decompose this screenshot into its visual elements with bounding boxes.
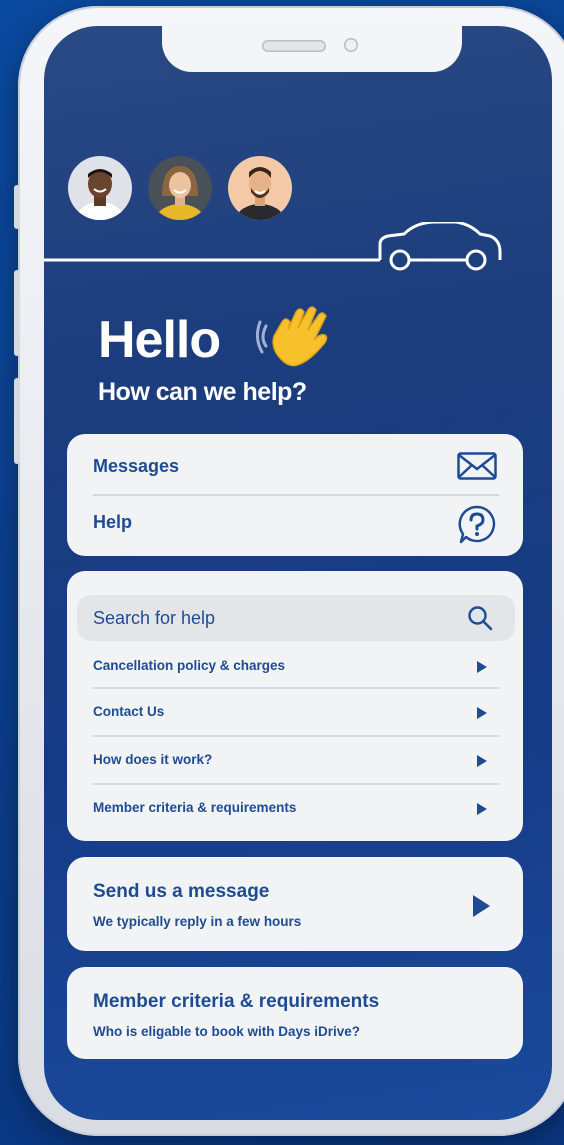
chevron-right-icon (477, 755, 487, 767)
phone-side-button (14, 185, 20, 229)
list-item-cancellation[interactable]: Cancellation policy & charges (93, 643, 499, 691)
greeting-title: Hello (98, 311, 221, 369)
send-message-card[interactable]: Send us a message We typically reply in … (67, 857, 523, 951)
app-screen: Hello How can we help? Messages Help Sea… (44, 26, 552, 1120)
agent-avatar-2 (148, 156, 212, 220)
phone-volume-down (14, 378, 20, 464)
send-message-subtitle: We typically reply in a few hours (93, 914, 302, 929)
search-placeholder: Search for help (93, 608, 216, 628)
list-item-label: Cancellation policy & charges (93, 658, 286, 673)
car-icon (44, 222, 502, 271)
search-input[interactable]: Search for help (77, 595, 515, 641)
list-item-member-criteria[interactable]: Member criteria & requirements (93, 785, 499, 833)
wave-hand-icon (256, 306, 328, 367)
greeting-subtitle: How can we help? (98, 378, 307, 406)
search-icon[interactable] (467, 605, 493, 631)
chevron-right-icon (477, 803, 487, 815)
chevron-right-icon (473, 895, 490, 917)
help-bubble-icon (458, 505, 496, 544)
front-camera (344, 38, 358, 52)
list-item-label: How does it work? (93, 752, 213, 767)
agent-avatar-3 (228, 156, 292, 220)
agent-avatar-1 (68, 156, 132, 220)
chevron-right-icon (477, 661, 487, 673)
list-item-contact[interactable]: Contact Us (93, 689, 499, 737)
phone-volume-up (14, 270, 20, 356)
messages-menu-item[interactable]: Messages (67, 434, 523, 494)
member-card-subtitle: Who is eligable to book with Days iDrive… (93, 1024, 361, 1039)
chevron-right-icon (477, 707, 487, 719)
mail-icon (457, 452, 497, 480)
send-message-title: Send us a message (93, 881, 270, 902)
phone-notch (162, 26, 462, 72)
help-search-card: Search for help Cancellation policy & ch… (67, 571, 523, 841)
member-criteria-card[interactable]: Member criteria & requirements Who is el… (67, 967, 523, 1059)
help-menu-item[interactable]: Help (67, 495, 523, 555)
list-item-how-it-works[interactable]: How does it work? (93, 737, 499, 785)
top-menu-card: Messages Help (67, 434, 523, 556)
list-item-label: Member criteria & requirements (93, 800, 297, 815)
messages-label: Messages (93, 456, 180, 476)
member-card-title: Member criteria & requirements (93, 991, 380, 1012)
help-label: Help (93, 512, 133, 532)
list-item-label: Contact Us (93, 704, 165, 719)
speaker (262, 40, 326, 52)
